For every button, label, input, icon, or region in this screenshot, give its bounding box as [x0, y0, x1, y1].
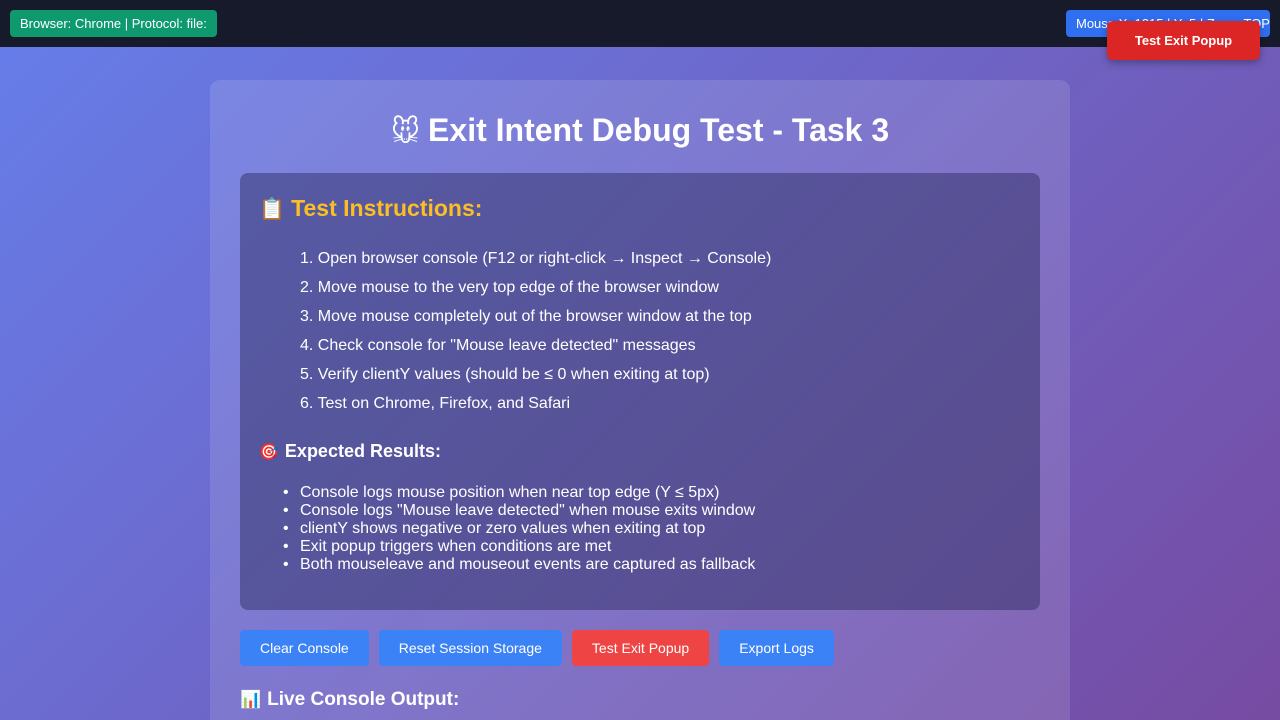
instruction-step: 1. Open browser console (F12 or right-cl…: [300, 250, 772, 267]
action-buttons: Clear Console Reset Session Storage Test…: [240, 630, 834, 666]
instructions-panel: 📋 Test Instructions: 1. Open browser cons…: [240, 173, 1040, 610]
instruction-step: 6. Test on Chrome, Firefox, and Safari: [300, 395, 571, 412]
bar-chart-icon: 📊: [240, 690, 262, 709]
live-console-heading: 📊 Live Console Output:: [240, 687, 459, 713]
expected-result-item: • Console logs "Mouse leave detected" whe…: [283, 502, 756, 520]
expected-results-heading-text: Expected Results:: [284, 441, 441, 461]
instruction-step: 3. Move mouse completely out of the brow…: [300, 308, 752, 325]
instruction-step: 4. Check console for "Mouse leave detect…: [300, 337, 696, 354]
browser-info-badge: Browser: Chrome | Protocol: file:: [10, 10, 217, 37]
expected-results-list: • Console logs mouse position when near t…: [283, 484, 756, 574]
export-logs-button[interactable]: Export Logs: [719, 630, 834, 666]
mouse-face-icon: 🐭: [390, 116, 421, 147]
bullet-icon: •: [283, 484, 289, 501]
top-status-bar: Browser: Chrome | Protocol: file: Mouse …: [0, 0, 1280, 47]
clear-console-button[interactable]: Clear Console: [240, 630, 369, 666]
bullet-icon: •: [283, 502, 289, 519]
instruction-steps-list: 1. Open browser console (F12 or right-cl…: [300, 245, 771, 419]
bullet-icon: •: [283, 538, 289, 555]
instruction-step-text: Open browser console (F12 or right-click…: [317, 250, 772, 267]
floating-test-exit-popup-button[interactable]: Test Exit Popup: [1107, 21, 1260, 60]
expected-result-text: Exit popup triggers when conditions are …: [300, 538, 612, 555]
instruction-step-text: Verify clientY values (should be ≤ 0 whe…: [317, 366, 710, 383]
expected-result-item: • Exit popup triggers when conditions are…: [283, 538, 755, 556]
page-title: 🐭 Exit Intent Debug Test - Task 3: [210, 110, 1070, 152]
expected-result-item: • clientY shows negative or zero values w…: [283, 520, 755, 538]
instruction-step: 2. Move mouse to the very top edge of th…: [300, 279, 719, 296]
instructions-heading-text: Test Instructions:: [291, 195, 483, 221]
bullet-icon: •: [283, 520, 289, 537]
bullet-icon: •: [283, 556, 289, 573]
expected-results-heading: 🎯 Expected Results:: [259, 437, 441, 467]
expected-result-item: • Console logs mouse position when near t…: [283, 484, 755, 502]
expected-result-text: clientY shows negative or zero values wh…: [300, 520, 706, 537]
instruction-step-text: Check console for "Mouse leave detected"…: [317, 337, 696, 354]
expected-result-text: Console logs mouse position when near to…: [300, 484, 720, 501]
main-card: 🐭 Exit Intent Debug Test - Task 3 📋 Test I…: [210, 80, 1070, 720]
instructions-heading: 📋 Test Instructions:: [259, 193, 482, 225]
test-exit-popup-button[interactable]: Test Exit Popup: [571, 630, 710, 666]
expected-result-text: Both mouseleave and mouseout events are …: [300, 556, 756, 573]
expected-result-text: Console logs "Mouse leave detected" when…: [300, 502, 756, 519]
target-icon: 🎯: [259, 444, 279, 461]
instruction-step-text: Test on Chrome, Firefox, and Safari: [317, 395, 571, 412]
instruction-step-text: Move mouse completely out of the browser…: [317, 308, 752, 325]
reset-session-storage-button[interactable]: Reset Session Storage: [378, 630, 562, 666]
expected-result-item: • Both mouseleave and mouseout events are…: [283, 556, 756, 574]
page-title-text: Exit Intent Debug Test - Task 3: [428, 112, 890, 148]
instruction-step: 5. Verify clientY values (should be ≤ 0 …: [300, 366, 710, 383]
live-console-heading-text: Live Console Output:: [267, 689, 460, 710]
clipboard-icon: 📋: [259, 198, 286, 221]
instruction-step-text: Move mouse to the very top edge of the b…: [317, 279, 719, 296]
